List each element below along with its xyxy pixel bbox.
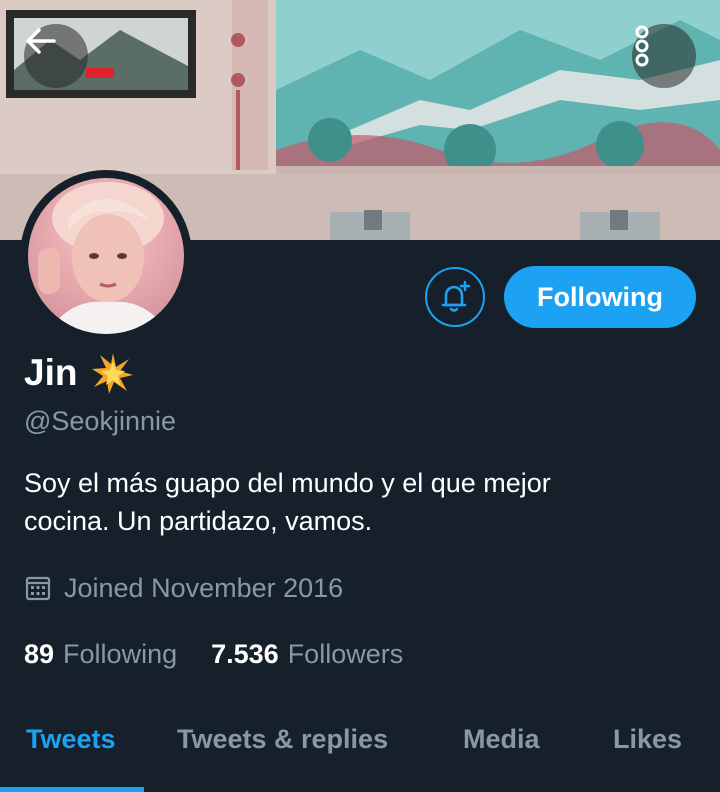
avatar-photo	[28, 178, 184, 334]
display-name: Jin	[24, 352, 78, 393]
following-count: 89	[24, 638, 55, 669]
bio-line: cocina. Un partidazo, vamos.	[24, 506, 373, 536]
tab-likes[interactable]: Likes	[613, 724, 682, 755]
tab-tweets-replies[interactable]: Tweets & replies	[177, 724, 388, 755]
bio-line: Soy el más guapo del mundo y el que mejo…	[24, 468, 551, 498]
profile-name-row: Jin	[24, 350, 135, 396]
joined-date-row: Joined November 2016	[24, 568, 343, 608]
followers-count: 7.536	[211, 638, 279, 669]
following-button[interactable]: Following	[504, 266, 696, 328]
user-handle: @Seokjinnie	[24, 406, 176, 436]
tab-tweets[interactable]: Tweets	[26, 724, 116, 755]
active-tab-indicator	[0, 787, 144, 792]
bell-plus-icon	[441, 280, 471, 312]
notifications-button[interactable]	[425, 267, 485, 327]
profile-tabs: Tweets Tweets & replies Media Likes	[0, 708, 720, 792]
more-vertical-icon	[635, 25, 649, 67]
more-options-button[interactable]	[632, 24, 696, 88]
followers-stat[interactable]: 7.536 Followers	[211, 639, 403, 670]
follow-stats: 89 Following 7.536 Followers	[24, 634, 437, 674]
profile-avatar[interactable]	[20, 170, 192, 342]
following-stat[interactable]: 89 Following	[24, 639, 177, 670]
following-label: Following	[63, 638, 178, 669]
glowing-star-emoji-icon	[92, 353, 134, 394]
back-button[interactable]	[24, 24, 88, 88]
joined-date-text: Joined November 2016	[64, 572, 344, 603]
tab-media[interactable]: Media	[463, 724, 540, 755]
profile-bio: Soy el más guapo del mundo y el que mejo…	[24, 464, 684, 540]
calendar-icon	[25, 576, 51, 601]
followers-label: Followers	[287, 638, 404, 669]
arrow-left-icon	[26, 28, 56, 54]
